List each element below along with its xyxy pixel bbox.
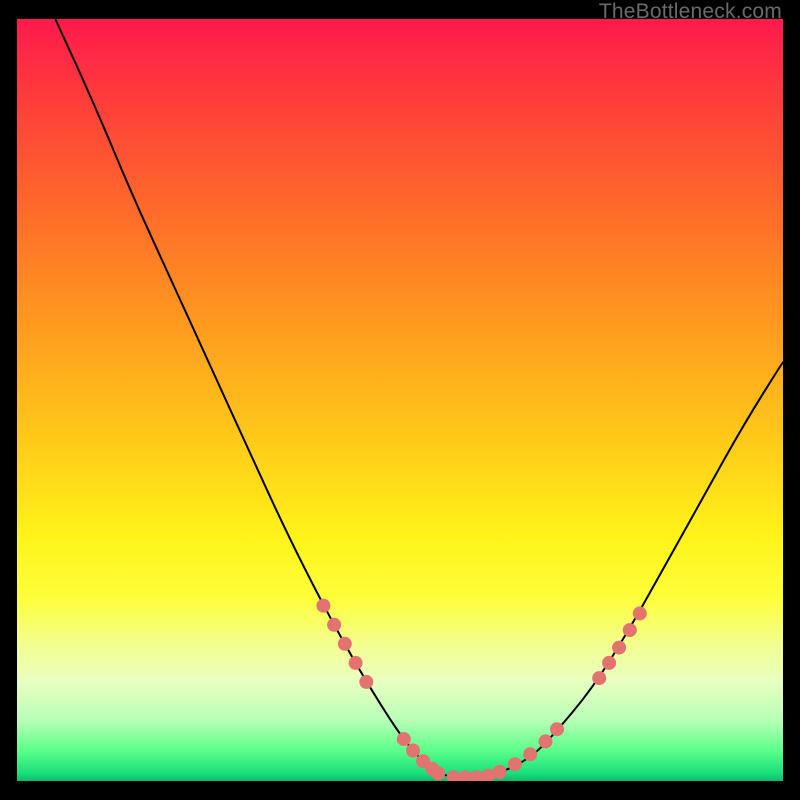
highlight-dot	[493, 765, 507, 779]
highlight-dot	[550, 722, 564, 736]
highlight-dot	[431, 766, 445, 780]
highlight-dot	[523, 747, 537, 761]
highlight-dot	[406, 744, 420, 758]
highlight-dots-group	[316, 599, 646, 781]
highlight-dot	[592, 671, 606, 685]
plot-area	[17, 19, 783, 781]
chart-svg	[17, 19, 783, 781]
highlight-dot	[327, 618, 341, 632]
bottleneck-curve-path	[55, 19, 783, 777]
watermark-text: TheBottleneck.com	[599, 0, 782, 24]
highlight-dot	[359, 675, 373, 689]
highlight-dot	[539, 734, 553, 748]
highlight-dot	[623, 623, 637, 637]
highlight-dot	[316, 599, 330, 613]
highlight-dot	[338, 637, 352, 651]
outer-frame: TheBottleneck.com	[0, 0, 800, 800]
highlight-dot	[349, 656, 363, 670]
highlight-dot	[397, 732, 411, 746]
highlight-dot	[602, 656, 616, 670]
highlight-dot	[508, 757, 522, 771]
highlight-dot	[612, 641, 626, 655]
highlight-dot	[633, 606, 647, 620]
